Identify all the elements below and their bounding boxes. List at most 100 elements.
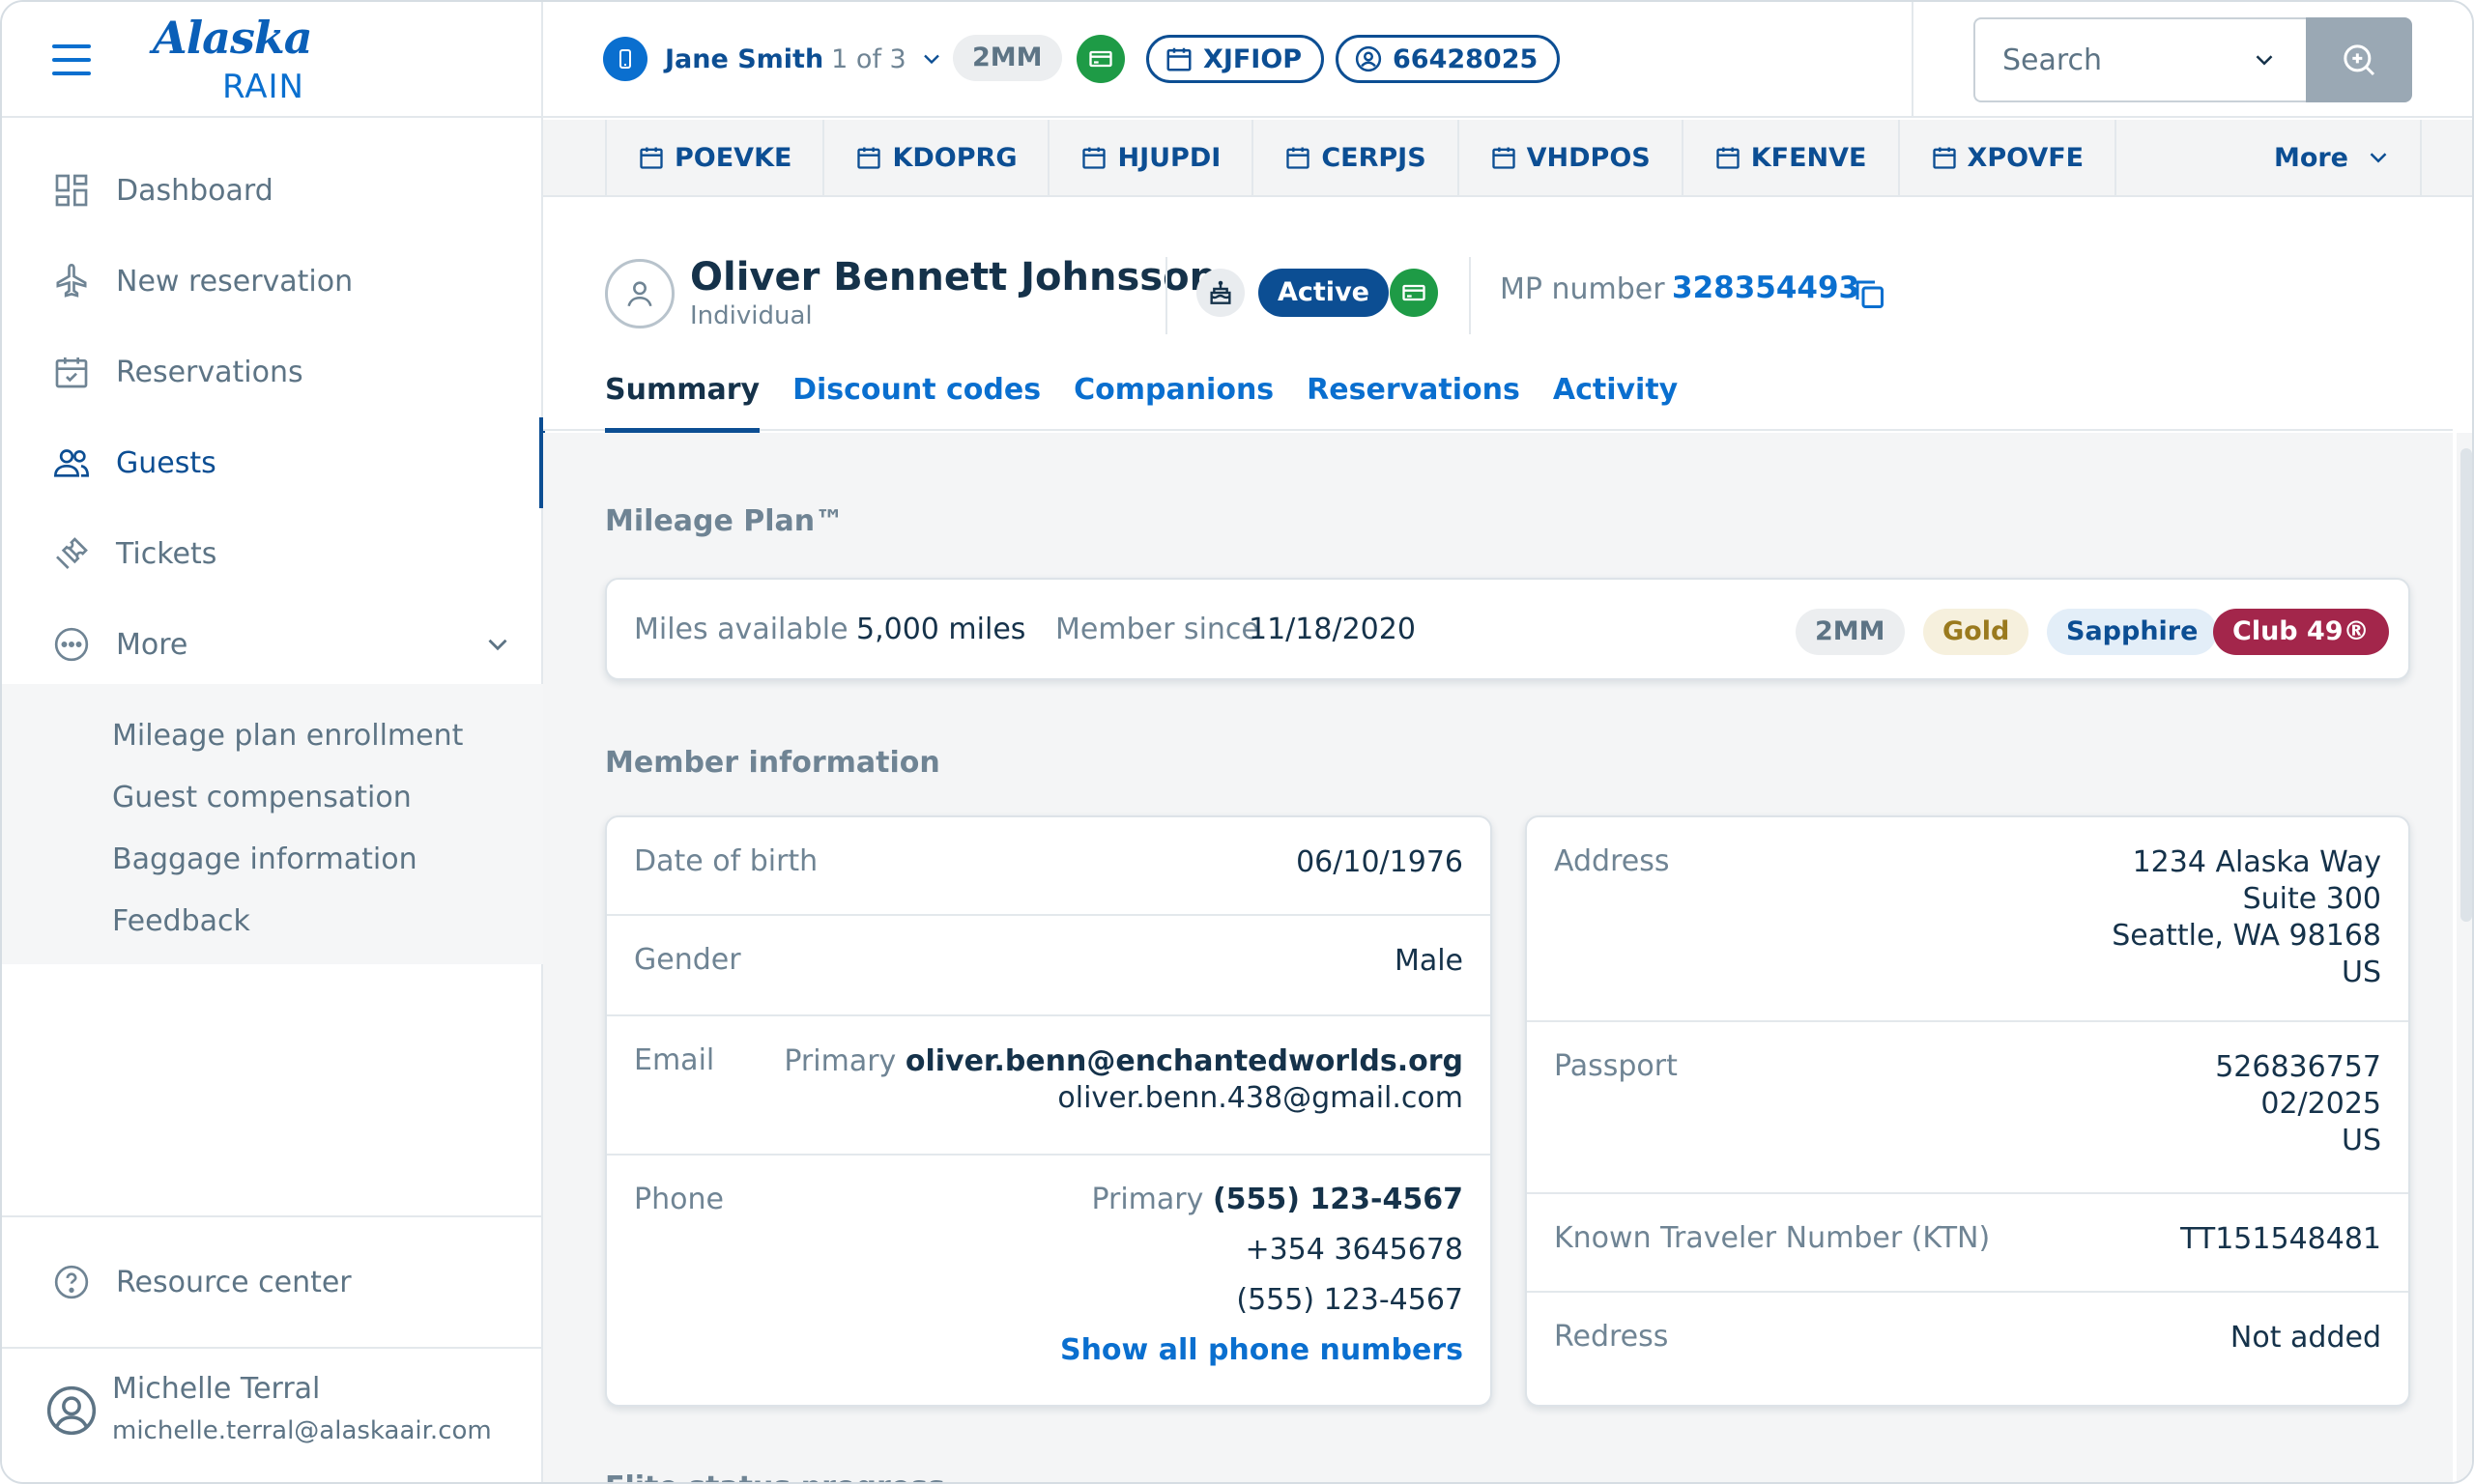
address-label: Address bbox=[1554, 844, 1670, 878]
calendar-icon bbox=[1286, 147, 1309, 169]
alaska-logo: Alaska bbox=[153, 12, 313, 64]
tier-badge-gold: Gold bbox=[1923, 609, 2029, 655]
user-name: Michelle Terral bbox=[112, 1372, 321, 1406]
pnr-chip-label: XJFIOP bbox=[1203, 43, 1303, 74]
reservation-tab-label: HJUPDI bbox=[1117, 142, 1222, 173]
app-window: Alaska RAIN Dashboard New reservation Re… bbox=[0, 0, 2474, 1484]
summary-content: Mileage Plan™ Miles available 5,000 mile… bbox=[543, 433, 2453, 1482]
sidebar-item-label: New reservation bbox=[116, 264, 354, 299]
chevron-down-icon[interactable] bbox=[2250, 45, 2279, 74]
hamburger-menu-icon[interactable] bbox=[50, 41, 93, 79]
address-line: Seattle, WA 98168 bbox=[2112, 919, 2381, 953]
search-input[interactable]: Search bbox=[1973, 17, 2306, 102]
reservation-tab[interactable]: KDOPRG bbox=[822, 120, 1048, 195]
passport-country: US bbox=[2341, 1124, 2381, 1157]
submenu-item-baggage-information[interactable]: Baggage information bbox=[2, 833, 543, 895]
gender-value: Male bbox=[1394, 944, 1463, 978]
guest-avatar-icon bbox=[605, 259, 675, 328]
email-alt[interactable]: oliver.benn.438@gmail.com bbox=[784, 1080, 1463, 1117]
reservation-tab-label: CERPJS bbox=[1321, 142, 1426, 173]
email-label: Email bbox=[634, 1043, 715, 1077]
tab-reservations[interactable]: Reservations bbox=[1307, 373, 1520, 433]
mp-chip[interactable]: 66428025 bbox=[1336, 35, 1561, 83]
tab-activity[interactable]: Activity bbox=[1553, 373, 1678, 433]
user-email: michelle.terral@alaskaair.com bbox=[112, 1416, 492, 1445]
agent-name: Jane Smith bbox=[665, 43, 824, 74]
reservation-tab[interactable]: HJUPDI bbox=[1048, 120, 1251, 195]
more-icon bbox=[54, 627, 89, 662]
copy-icon[interactable] bbox=[1852, 276, 1886, 311]
sidebar-item-label: Reservations bbox=[116, 355, 303, 389]
scrollbar-thumb[interactable] bbox=[2460, 448, 2472, 922]
reservation-tab[interactable]: CERPJS bbox=[1251, 120, 1456, 195]
phone-primary[interactable]: (555) 123-4567 bbox=[1213, 1183, 1463, 1216]
agent-switcher[interactable]: Jane Smith 1 of 3 bbox=[603, 37, 945, 81]
tier-badge-2mm: 2MM bbox=[1796, 609, 1905, 655]
submenu-item-mileage-plan-enrollment[interactable]: Mileage plan enrollment bbox=[2, 709, 543, 771]
scrollbar[interactable] bbox=[2457, 433, 2472, 1482]
tab-companions[interactable]: Companions bbox=[1074, 373, 1274, 433]
tier-badge-sapphire: Sapphire bbox=[2047, 609, 2218, 655]
credit-card-icon[interactable] bbox=[1077, 35, 1125, 83]
product-name: RAIN bbox=[222, 68, 304, 106]
passport-number: 526836757 bbox=[2215, 1050, 2381, 1084]
guest-type: Individual bbox=[690, 301, 813, 330]
birthday-cake-icon bbox=[1196, 269, 1245, 317]
gender-row: Gender Male bbox=[607, 916, 1490, 1016]
calendar-icon bbox=[857, 147, 881, 169]
dashboard-icon bbox=[55, 174, 88, 207]
elite-status-title: Elite status progress bbox=[605, 1469, 945, 1482]
phone-2[interactable]: +354 3645678 bbox=[1060, 1225, 1463, 1275]
sidebar-item-reservations[interactable]: Reservations bbox=[2, 327, 543, 417]
user-profile[interactable]: Michelle Terral michelle.terral@alaskaai… bbox=[41, 1372, 524, 1459]
passport-label: Passport bbox=[1554, 1049, 1678, 1083]
sidebar-item-tickets[interactable]: Tickets bbox=[2, 508, 543, 599]
credit-card-icon[interactable] bbox=[1390, 269, 1438, 317]
show-all-phones-link[interactable]: Show all phone numbers bbox=[1060, 1326, 1463, 1376]
status-badge: Active bbox=[1258, 269, 1389, 317]
guest-name: Oliver Bennett Johnsson bbox=[690, 255, 1218, 300]
calendar-icon bbox=[55, 357, 88, 388]
phone-values: Primary (555) 123-4567 +354 3645678 (555… bbox=[1060, 1175, 1463, 1376]
mp-number[interactable]: 328354493 bbox=[1672, 271, 1859, 305]
sidebar: Alaska RAIN Dashboard New reservation Re… bbox=[2, 2, 545, 1482]
divider bbox=[1469, 257, 1471, 334]
dob-row: Date of birth 06/10/1976 bbox=[607, 817, 1490, 916]
sidebar-item-dashboard[interactable]: Dashboard bbox=[2, 145, 543, 236]
divider bbox=[1165, 257, 1167, 334]
tab-summary[interactable]: Summary bbox=[605, 373, 761, 433]
redress-row: Redress Not added bbox=[1527, 1293, 2408, 1409]
address-row: Address 1234 Alaska Way Suite 300 Seattl… bbox=[1527, 817, 2408, 1022]
sidebar-item-label: Tickets bbox=[116, 536, 217, 571]
divider bbox=[2420, 120, 2422, 195]
sidebar-item-guests[interactable]: Guests bbox=[2, 417, 545, 508]
resource-center-link[interactable]: Resource center bbox=[2, 1217, 543, 1349]
calendar-icon bbox=[1491, 147, 1515, 169]
sidebar-item-new-reservation[interactable]: New reservation bbox=[2, 236, 543, 327]
sidebar-item-label: Guests bbox=[116, 445, 216, 480]
reservation-tab[interactable]: XPOVFE bbox=[1897, 120, 2117, 195]
sidebar-item-more[interactable]: More bbox=[2, 599, 543, 690]
primary-tag: Primary bbox=[1091, 1183, 1204, 1216]
reservation-tab[interactable]: POEVKE bbox=[605, 120, 822, 195]
calendar-icon bbox=[1716, 147, 1740, 169]
passport-row: Passport 526836757 02/2025 US bbox=[1527, 1022, 2408, 1194]
dob-value: 06/10/1976 bbox=[1296, 845, 1463, 879]
tab-discount-codes[interactable]: Discount codes bbox=[792, 373, 1041, 433]
search-button[interactable] bbox=[2306, 17, 2412, 102]
more-reservations-button[interactable]: More bbox=[2274, 120, 2393, 195]
mileage-plan-title: Mileage Plan™ bbox=[605, 504, 845, 538]
phone-3[interactable]: (555) 123-4567 bbox=[1060, 1275, 1463, 1326]
reservation-tab[interactable]: KFENVE bbox=[1681, 120, 1898, 195]
submenu-item-feedback[interactable]: Feedback bbox=[2, 895, 543, 956]
miles-label: Miles available bbox=[634, 613, 849, 646]
pnr-chip[interactable]: XJFIOP bbox=[1146, 35, 1325, 83]
chevron-down-icon bbox=[923, 54, 939, 65]
search-placeholder: Search bbox=[2002, 43, 2103, 77]
reservation-tab[interactable]: VHDPOS bbox=[1456, 120, 1682, 195]
address-line: Suite 300 bbox=[2242, 882, 2381, 916]
member-info-card-right: Address 1234 Alaska Way Suite 300 Seattl… bbox=[1525, 815, 2410, 1407]
submenu-item-guest-compensation[interactable]: Guest compensation bbox=[2, 771, 543, 833]
redress-value: Not added bbox=[2229, 1321, 2381, 1355]
email-primary[interactable]: oliver.benn@enchantedworlds.org bbox=[906, 1044, 1463, 1078]
